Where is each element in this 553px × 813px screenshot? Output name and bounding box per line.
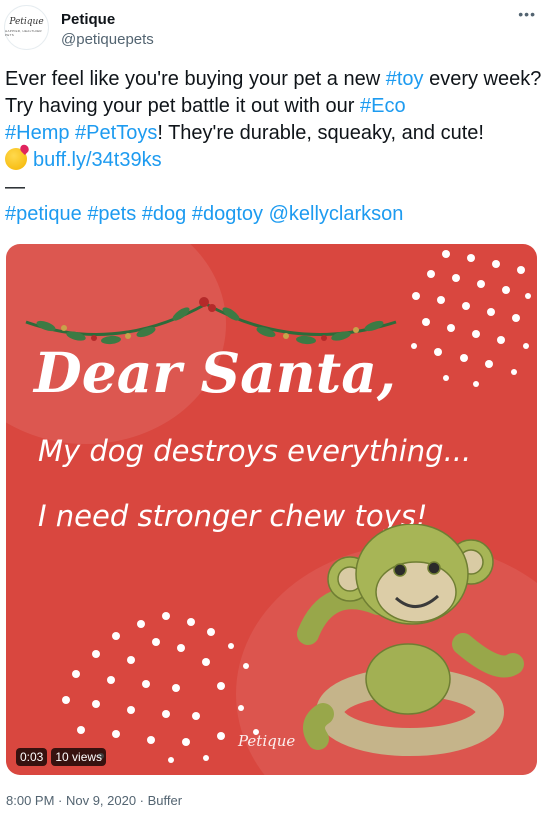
avatar[interactable]: Petique HAPPIER, HEALTHIER PETS [4,5,49,50]
hashtag-link[interactable]: #petique [5,203,82,225]
tweet-text-part: Ever feel like you're buying your pet a … [5,68,386,90]
tweet-meta: 8:00 PM · Nov 9, 2020 · Buffer [6,793,183,808]
video-timestamp: 0:03 [16,748,48,766]
video-info: 0:03 10 views [16,748,107,766]
brand-watermark: Petique [238,732,296,750]
media-headline: Dear Santa, [34,340,396,405]
hashtag-link[interactable]: #Hemp [5,122,69,144]
more-icon[interactable]: ••• [518,6,536,22]
hashtag-link[interactable]: #toy [386,68,424,90]
kissing-face-emoji-icon [5,148,27,170]
media-caption-line: My dog destroys everything... [38,434,472,468]
tweet-text: Ever feel like you're buying your pet a … [5,66,545,228]
tweet-text-part: ! They're durable, squeaky, and cute! [157,122,484,144]
video-views: 10 views [51,748,107,766]
account-handle[interactable]: @petiquepets [61,31,154,48]
mention-link[interactable]: @kellyclarkson [269,203,404,225]
short-link[interactable]: buff.ly/34t39ks [33,149,162,171]
hashtag-link[interactable]: #dog [142,203,187,225]
hashtag-link[interactable]: #pets [87,203,136,225]
hashtag-link[interactable]: #PetToys [75,122,157,144]
hashtag-link[interactable]: #dogtoy [192,203,263,225]
account-name[interactable]: Petique [61,11,115,28]
video-player[interactable]: Dear Santa, My dog destroys everything..… [6,244,537,775]
dots-decoration [411,250,531,387]
avatar-logo-text: Petique [9,17,44,27]
divider-text: — [5,176,25,198]
monkey-toy-image [297,524,524,756]
avatar-logo-subtext: HAPPIER, HEALTHIER PETS [5,29,42,37]
hashtag-link[interactable]: #Eco [360,95,406,117]
